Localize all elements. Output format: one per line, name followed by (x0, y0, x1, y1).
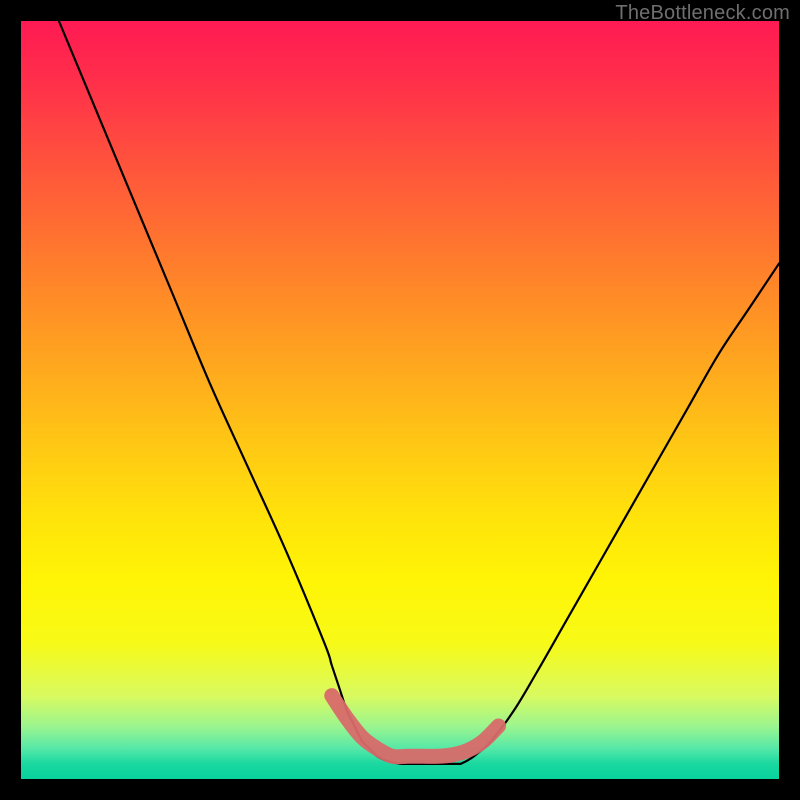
valley-highlight (332, 696, 499, 757)
chart-svg (21, 21, 779, 779)
right-curve (461, 264, 779, 764)
left-curve (59, 21, 400, 764)
plot-area (21, 21, 779, 779)
watermark-text: TheBottleneck.com (615, 2, 790, 25)
chart-frame: TheBottleneck.com (0, 0, 800, 800)
